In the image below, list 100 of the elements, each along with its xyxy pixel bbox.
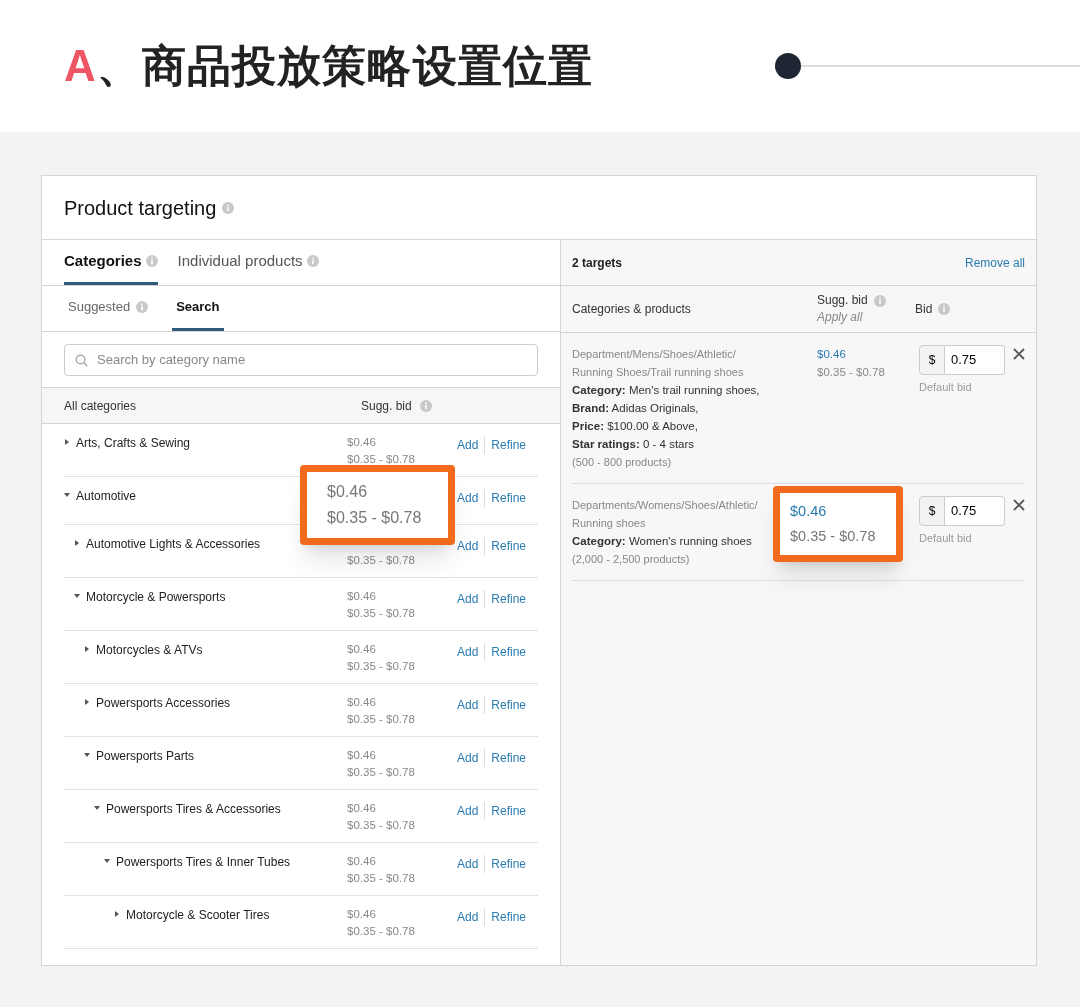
apply-all-link[interactable]: Apply all <box>817 309 915 326</box>
category-name: Powersports Tires & Accessories <box>106 801 281 818</box>
target-detail: Star ratings: 0 - 4 stars <box>572 437 696 452</box>
refine-link[interactable]: Refine <box>485 436 527 454</box>
target-detail: Price: $100.00 & Above, <box>572 419 699 434</box>
product-count: (2,000 - 2,500 products) <box>572 552 691 567</box>
tab[interactable]: Categories <box>64 240 158 285</box>
page-heading: A、商品投放策略设置位置 <box>64 40 593 92</box>
add-link[interactable]: Add <box>457 590 486 608</box>
caret-down-icon[interactable] <box>64 492 70 498</box>
bid-range: $0.35 - $0.78 <box>347 659 416 674</box>
suggested-bid: $0.46 <box>817 347 847 362</box>
column-header: All categories <box>64 397 138 415</box>
close-icon <box>1013 499 1025 511</box>
column-header: Sugg. bid <box>361 396 432 415</box>
remove-all-link[interactable]: Remove all <box>964 253 1025 272</box>
refine-link[interactable]: Refine <box>485 855 527 873</box>
add-link[interactable]: Add <box>457 855 486 873</box>
refine-link[interactable]: Refine <box>485 696 527 714</box>
refine-link[interactable]: Refine <box>485 643 527 661</box>
bid-input[interactable]: 0.75 <box>945 496 1005 526</box>
bid-range: $0.35 - $0.78 <box>347 818 416 833</box>
category-name: Arts, Crafts & Sewing <box>76 435 191 452</box>
caret-right-icon[interactable] <box>74 540 80 546</box>
suggested-bid: $0.46 <box>347 642 377 657</box>
refine-link[interactable]: Refine <box>485 590 527 608</box>
caret-down-icon[interactable] <box>94 805 100 811</box>
category-name: Powersports Accessories <box>96 695 231 712</box>
refine-link[interactable]: Refine <box>485 802 527 820</box>
info-icon <box>136 301 149 313</box>
target-detail: Brand: Adidas Originals, <box>572 401 700 416</box>
caret-right-icon[interactable] <box>84 699 90 705</box>
close-button[interactable] <box>1013 347 1025 361</box>
bid-range: $0.35 - $0.78 <box>347 924 416 939</box>
suggested-bid: $0.46 <box>790 502 828 521</box>
add-link[interactable]: Add <box>457 908 486 926</box>
caret-down-icon[interactable] <box>84 752 90 758</box>
add-link[interactable]: Add <box>457 749 486 767</box>
category-name: Motorcycles & ATVs <box>96 642 203 659</box>
target-count: 2 targets <box>572 254 623 272</box>
caret-right-icon[interactable] <box>64 439 70 445</box>
category-path: Department/Mens/Shoes/Athletic/ Running Shoes/Trail running shoes <box>572 347 745 380</box>
suggested-bid: $0.46 <box>347 695 377 710</box>
category-name: Automotive Lights & Accessories <box>86 536 261 553</box>
category-name: Motorcycle & Scooter Tires <box>126 907 270 924</box>
category-name: Motorcycle & Powersports <box>86 589 226 606</box>
category-name: Powersports Tires & Inner Tubes <box>116 854 291 871</box>
bid-input[interactable]: 0.75 <box>945 345 1005 375</box>
close-icon <box>1013 348 1025 360</box>
target-detail: Category: Men's trail running shoes, <box>572 383 761 398</box>
suggested-bid: $0.46 <box>327 482 369 502</box>
bid-range: $0.35 - $0.78 <box>327 508 423 528</box>
caret-down-icon[interactable] <box>74 593 80 599</box>
category-name: Powersports Parts <box>96 748 195 765</box>
bid-hint: Default bid <box>919 531 973 546</box>
refine-link[interactable]: Refine <box>485 537 527 555</box>
suggested-bid: $0.46 <box>347 854 377 869</box>
info-icon <box>873 294 886 307</box>
suggested-bid: $0.46 <box>347 748 377 763</box>
column-header: Sugg. bid <box>817 292 915 309</box>
column-header: Categories & products <box>572 301 692 318</box>
bid-range: $0.35 - $0.78 <box>347 765 416 780</box>
category-path: Departments/Womens/Shoes/Athletic/ Running shoes <box>572 498 759 531</box>
info-icon <box>938 303 951 315</box>
bid-range: $0.35 - $0.78 <box>347 553 416 568</box>
bid-range: $0.35 - $0.78 <box>347 871 416 886</box>
suggested-bid: $0.46 <box>347 907 377 922</box>
caret-right-icon[interactable] <box>84 646 90 652</box>
bid-range: $0.35 - $0.78 <box>347 452 416 467</box>
bid-range: $0.35 - $0.78 <box>347 606 416 621</box>
suggested-bid: $0.46 <box>347 589 377 604</box>
refine-link[interactable]: Refine <box>485 749 527 767</box>
info-icon <box>306 255 319 267</box>
caret-down-icon[interactable] <box>104 858 110 864</box>
bid-hint: Default bid <box>919 380 973 395</box>
column-header: Bid <box>915 300 951 318</box>
close-button[interactable] <box>1013 498 1025 512</box>
category-name: Automotive <box>76 488 137 505</box>
add-link[interactable]: Add <box>457 537 486 555</box>
add-link[interactable]: Add <box>457 696 486 714</box>
caret-right-icon[interactable] <box>114 911 120 917</box>
info-icon <box>419 399 432 412</box>
tab[interactable]: Search <box>172 286 224 331</box>
tab[interactable]: Suggested <box>64 286 153 331</box>
bid-range: $0.35 - $0.78 <box>347 712 416 727</box>
refine-link[interactable]: Refine <box>485 489 527 507</box>
add-link[interactable]: Add <box>457 436 486 454</box>
add-link[interactable]: Add <box>457 802 486 820</box>
search-field[interactable]: Search by category name <box>64 343 538 376</box>
bid-range: $0.35 - $0.78 <box>817 365 886 380</box>
bid-range: $0.35 - $0.78 <box>790 527 877 546</box>
info-icon <box>222 201 235 214</box>
refine-link[interactable]: Refine <box>485 908 527 926</box>
tab[interactable]: Individual products <box>177 240 319 285</box>
currency-symbol: $ <box>919 345 945 375</box>
add-link[interactable]: Add <box>457 643 486 661</box>
add-link[interactable]: Add <box>457 489 486 507</box>
target-detail: Category: Women's running shoes <box>572 534 753 549</box>
search-icon <box>75 353 88 367</box>
panel-title: Product targeting <box>64 195 217 221</box>
